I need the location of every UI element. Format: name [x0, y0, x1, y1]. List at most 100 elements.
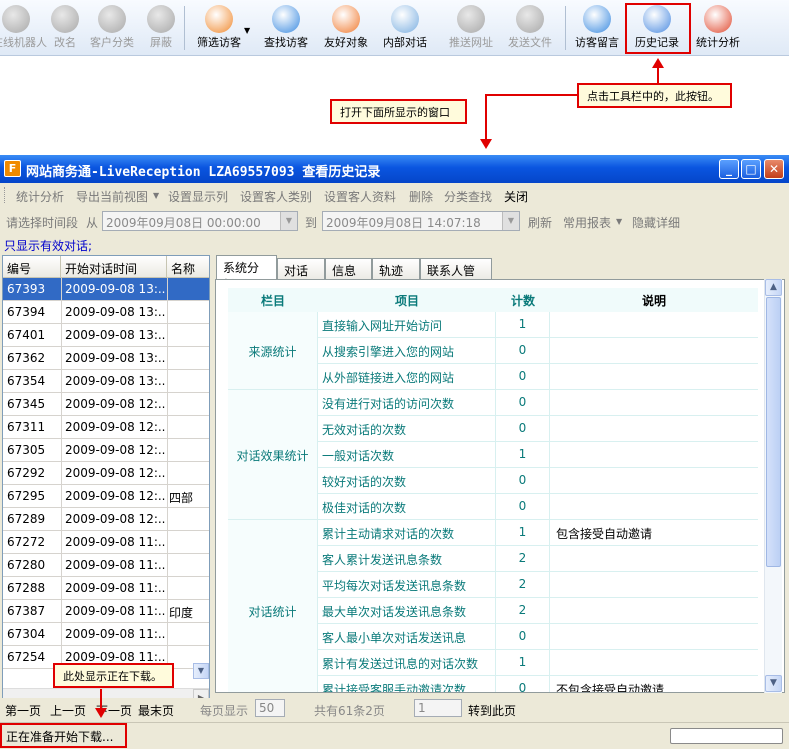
- list-cell-id: 67305: [7, 443, 46, 457]
- list-item[interactable]: 67345 2009-09-08 12:...: [3, 393, 209, 416]
- per-page-field[interactable]: 50: [255, 699, 285, 717]
- page-number-field[interactable]: 1: [414, 699, 462, 717]
- reports-button[interactable]: 常用报表: [563, 214, 611, 231]
- list-cell-name: 印度: [169, 606, 194, 620]
- menu-export-view[interactable]: 导出当前视图: [76, 188, 148, 205]
- list-item[interactable]: 67295 2009-09-08 12:... 四部: [3, 485, 209, 508]
- scroll-thumb[interactable]: [766, 297, 781, 567]
- toolbar-button-3[interactable]: 屏蔽: [139, 2, 183, 54]
- menu-statistics[interactable]: 统计分析: [16, 188, 64, 205]
- pager-bar: 第一页 上一页 下一页 最末页 每页显示 50 共有61条2页 1 转到此页: [0, 698, 789, 720]
- toolbar-button-4[interactable]: 筛选访客: [189, 2, 249, 54]
- toolbar-button-label: 改名: [54, 36, 76, 49]
- list-item[interactable]: 67292 2009-09-08 12:...: [3, 462, 209, 485]
- stats-header-0: 栏目: [228, 288, 318, 312]
- hide-details-button[interactable]: 隐藏详细: [632, 214, 680, 231]
- list-cell-time: 2009-09-08 12:...: [65, 397, 165, 411]
- list-item[interactable]: 67354 2009-09-08 13:...: [3, 370, 209, 393]
- push-url-icon: [457, 5, 485, 33]
- toolbar-button-label: 推送网址: [449, 36, 493, 49]
- conversation-list[interactable]: 编号 开始对话时间 名称 67393 2009-09-08 13:... 67394…: [2, 255, 210, 705]
- tab-2[interactable]: 信息: [325, 258, 372, 279]
- list-cell-time: 2009-09-08 11:...: [65, 558, 165, 572]
- list-item[interactable]: 67387 2009-09-08 11:... 印度: [3, 600, 209, 623]
- toolbar-button-label: 筛选访客: [197, 36, 241, 49]
- tab-1[interactable]: 对话: [277, 258, 325, 279]
- annotation-open-window: 打开下面所显示的窗口: [330, 99, 467, 124]
- stats-desc: 不包含接受自动邀请: [550, 676, 758, 692]
- stats-desc: [550, 650, 758, 676]
- menu-display-columns[interactable]: 设置显示列: [168, 188, 228, 205]
- list-cell-id: 67295: [7, 489, 46, 503]
- stats-item: 一般对话次数: [318, 442, 496, 468]
- tab-3[interactable]: 轨迹: [372, 258, 420, 279]
- first-page-button[interactable]: 第一页: [5, 702, 41, 719]
- window-titlebar[interactable]: F 网站商务通-LiveReception LZA69557093 查看历史记录…: [0, 155, 789, 183]
- to-date-dropdown-icon[interactable]: ▼: [502, 212, 519, 230]
- minimize-button[interactable]: _: [719, 159, 739, 179]
- list-cell-id: 67288: [7, 581, 46, 595]
- column-header-start-time[interactable]: 开始对话时间: [61, 256, 167, 278]
- panel-vscrollbar[interactable]: ▲ ▼: [764, 279, 782, 693]
- menu-close[interactable]: 关闭: [504, 188, 528, 205]
- list-item[interactable]: 67305 2009-09-08 12:...: [3, 439, 209, 462]
- to-date-field[interactable]: 2009年09月08日 14:07:18: [322, 211, 520, 231]
- menu-customer-info[interactable]: 设置客人资料: [324, 188, 396, 205]
- toolbar-button-5[interactable]: 查找访客: [257, 2, 315, 54]
- list-item[interactable]: 67362 2009-09-08 13:...: [3, 347, 209, 370]
- toolbar-button-12[interactable]: 统计分析: [693, 2, 743, 54]
- menu-customer-category[interactable]: 设置客人类别: [240, 188, 312, 205]
- internal-chat-icon: [391, 5, 419, 33]
- list-cell-time: 2009-09-08 13:...: [65, 305, 165, 319]
- list-item[interactable]: 67272 2009-09-08 11:...: [3, 531, 209, 554]
- stats-desc: [550, 442, 758, 468]
- stats-item: 较好对话的次数: [318, 468, 496, 494]
- column-header-name[interactable]: 名称: [167, 256, 209, 278]
- scroll-down-icon[interactable]: ▼: [765, 675, 782, 692]
- tab-0[interactable]: 系统分析: [216, 255, 277, 292]
- from-date-field[interactable]: 2009年09月08日 00:00:00: [102, 211, 298, 231]
- list-scroll-down-icon[interactable]: ▼: [193, 663, 209, 679]
- toolbar-button-8[interactable]: 推送网址: [443, 2, 499, 54]
- chevron-down-icon[interactable]: ▼: [244, 26, 250, 35]
- toolbar-button-label: 查找访客: [264, 36, 308, 49]
- chevron-down-icon: ▼: [616, 217, 623, 226]
- stats-item: 极佳对话的次数: [318, 494, 496, 520]
- valid-only-link[interactable]: 只显示有效对话;: [4, 237, 92, 254]
- from-date-dropdown-icon[interactable]: ▼: [280, 212, 297, 230]
- list-item[interactable]: 67311 2009-09-08 12:...: [3, 416, 209, 439]
- list-item[interactable]: 67304 2009-09-08 11:...: [3, 623, 209, 646]
- tab-4[interactable]: 联系人管理: [420, 258, 492, 295]
- toolbar-button-2[interactable]: 客户分类: [82, 2, 142, 54]
- list-cell-time: 2009-09-08 13:...: [65, 351, 165, 365]
- scroll-up-icon[interactable]: ▲: [765, 279, 782, 296]
- stats-count: 0: [496, 624, 550, 650]
- maximize-button[interactable]: □: [741, 159, 761, 179]
- goto-page-button[interactable]: 转到此页: [468, 702, 516, 719]
- stats-item: 累计接受客服手动邀请次数: [318, 676, 496, 692]
- menu-category-search[interactable]: 分类查找: [444, 188, 492, 205]
- refresh-button[interactable]: 刷新: [528, 214, 552, 231]
- stats-header-3: 说明: [550, 288, 758, 312]
- toolbar-button-10[interactable]: 访客留言: [569, 2, 625, 54]
- close-button[interactable]: ✕: [764, 159, 784, 179]
- list-item[interactable]: 67289 2009-09-08 12:...: [3, 508, 209, 531]
- list-item[interactable]: 67288 2009-09-08 11:...: [3, 577, 209, 600]
- prev-page-button[interactable]: 上一页: [50, 702, 86, 719]
- menu-delete[interactable]: 删除: [409, 188, 433, 205]
- toolbar-button-1[interactable]: 改名: [45, 2, 85, 54]
- list-item[interactable]: 67394 2009-09-08 13:...: [3, 301, 209, 324]
- toolbar-button-6[interactable]: 友好对象: [318, 2, 374, 54]
- toolbar-button-0[interactable]: 在线机器人: [0, 2, 47, 54]
- toolbar-button-label: 内部对话: [383, 36, 427, 49]
- list-cell-time: 2009-09-08 11:...: [65, 535, 165, 549]
- list-item[interactable]: 67280 2009-09-08 11:...: [3, 554, 209, 577]
- column-header-id[interactable]: 编号: [3, 256, 61, 278]
- list-item[interactable]: 67393 2009-09-08 13:...: [3, 278, 209, 301]
- list-item[interactable]: 67401 2009-09-08 13:...: [3, 324, 209, 347]
- last-page-button[interactable]: 最末页: [138, 702, 174, 719]
- stats-desc: [550, 546, 758, 572]
- toolbar-button-9[interactable]: 发送文件: [503, 2, 557, 54]
- stats-desc: [550, 598, 758, 624]
- toolbar-button-7[interactable]: 内部对话: [377, 2, 433, 54]
